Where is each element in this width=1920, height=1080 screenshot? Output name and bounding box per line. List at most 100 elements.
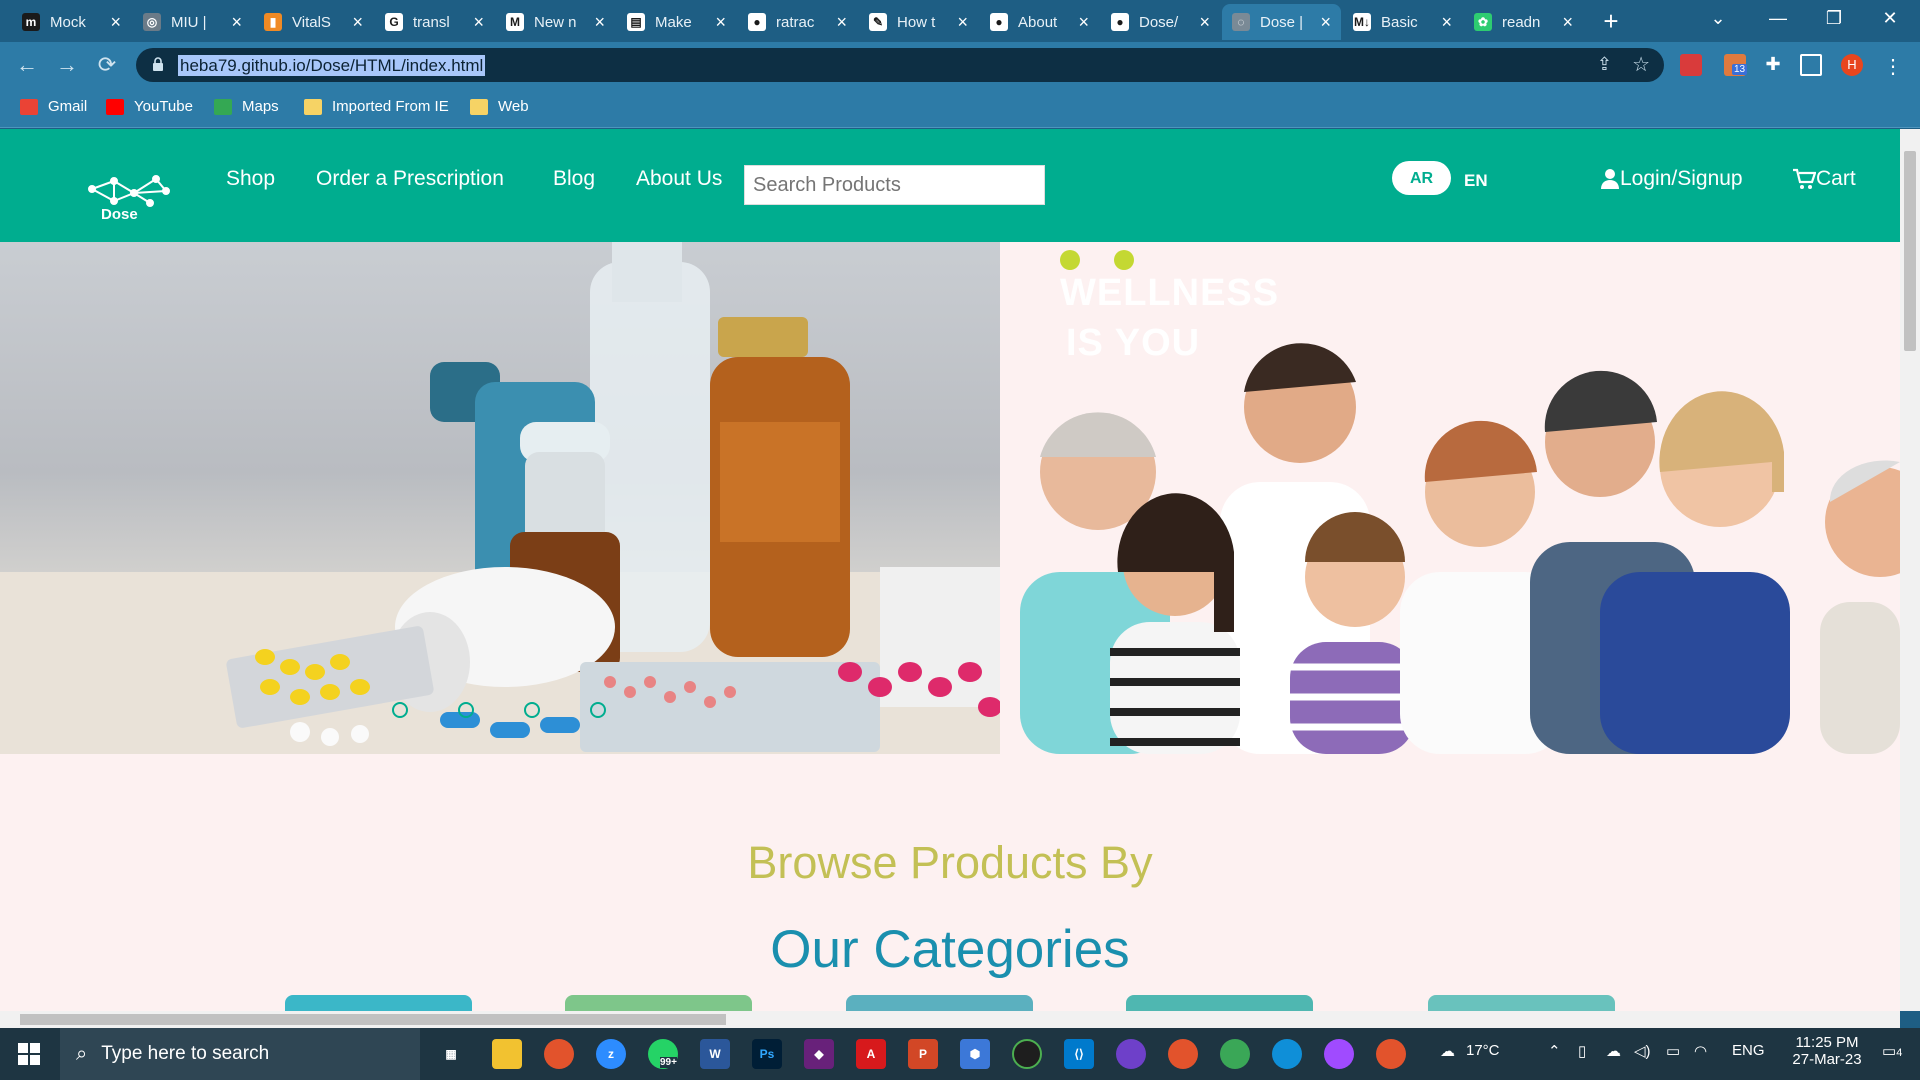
chrome-icon[interactable] bbox=[1220, 1039, 1250, 1069]
battery-icon[interactable]: ▭ bbox=[1666, 1042, 1680, 1060]
tab[interactable]: ▮ VitalS × bbox=[254, 4, 373, 40]
tab[interactable]: ◎ MIU | × bbox=[133, 4, 252, 40]
task-view-icon[interactable]: ▦ bbox=[436, 1039, 466, 1069]
tab-close-icon[interactable]: × bbox=[110, 12, 121, 33]
puzzle-extensions-icon[interactable]: ✚ bbox=[1762, 54, 1784, 76]
tab[interactable]: ● Dose/ × bbox=[1101, 4, 1220, 40]
restore-button[interactable]: ❐ bbox=[1806, 0, 1862, 36]
share-icon[interactable]: ⇪ bbox=[1597, 54, 1612, 75]
lang-ar-button[interactable]: AR bbox=[1392, 161, 1451, 195]
carousel-dot-2[interactable] bbox=[458, 702, 474, 718]
clock[interactable]: 11:25 PM 27-Mar-23 bbox=[1782, 1034, 1872, 1068]
taskbar-search[interactable]: ⌕ Type here to search bbox=[60, 1028, 420, 1080]
vertical-scrollbar[interactable] bbox=[1900, 129, 1920, 1011]
reload-icon[interactable]: ⟳ bbox=[94, 52, 120, 78]
menu-icon[interactable]: ⋮ bbox=[1882, 54, 1904, 78]
edge-icon[interactable] bbox=[1272, 1039, 1302, 1069]
language-indicator[interactable]: ENG bbox=[1732, 1042, 1765, 1059]
profile-avatar[interactable]: H bbox=[1841, 54, 1863, 76]
tray-chevron-icon[interactable]: ⌃ bbox=[1548, 1042, 1561, 1060]
scrollbar-thumb[interactable] bbox=[20, 1014, 726, 1025]
tab-close-icon[interactable]: × bbox=[352, 12, 363, 33]
tab[interactable]: ● About × bbox=[980, 4, 1099, 40]
horizontal-scrollbar[interactable] bbox=[0, 1011, 1900, 1028]
bookmark-item[interactable]: YouTube bbox=[106, 98, 193, 115]
tab-close-icon[interactable]: × bbox=[1078, 12, 1089, 33]
extension-icon[interactable]: 13 bbox=[1724, 54, 1748, 76]
zoom-icon[interactable]: z bbox=[596, 1039, 626, 1069]
tab[interactable]: ◌ Dose | × bbox=[1222, 4, 1341, 40]
messenger-icon[interactable] bbox=[1324, 1039, 1354, 1069]
tab[interactable]: ▤ Make × bbox=[617, 4, 736, 40]
tab[interactable]: ✎ How t × bbox=[859, 4, 978, 40]
minimize-button[interactable]: — bbox=[1750, 0, 1806, 36]
github-desktop-icon[interactable] bbox=[1116, 1039, 1146, 1069]
side-panel-icon[interactable] bbox=[1800, 54, 1822, 76]
visual-studio-icon[interactable]: ◆ bbox=[804, 1039, 834, 1069]
chrome-icon[interactable] bbox=[544, 1039, 574, 1069]
cart-link[interactable]: Cart bbox=[1792, 167, 1856, 191]
close-window-button[interactable]: ✕ bbox=[1862, 0, 1918, 36]
tab[interactable]: m Mock × bbox=[12, 4, 131, 40]
category-card[interactable] bbox=[1126, 995, 1313, 1011]
tab-search-icon[interactable]: ⌄ bbox=[1690, 0, 1746, 36]
bookmark-item[interactable]: Web bbox=[470, 98, 529, 115]
nav-blog[interactable]: Blog bbox=[553, 167, 595, 191]
category-card[interactable] bbox=[846, 995, 1033, 1011]
bookmark-item[interactable]: Imported From IE bbox=[304, 98, 449, 115]
tab-close-icon[interactable]: × bbox=[957, 12, 968, 33]
tab-close-icon[interactable]: × bbox=[231, 12, 242, 33]
carousel-dot-4[interactable] bbox=[590, 702, 606, 718]
tab[interactable]: ● ratrac × bbox=[738, 4, 857, 40]
bookmark-star-icon[interactable]: ☆ bbox=[1632, 52, 1650, 77]
scrollbar-thumb[interactable] bbox=[1904, 151, 1916, 351]
tray-device-icon[interactable]: ▯ bbox=[1578, 1042, 1586, 1060]
login-signup-link[interactable]: Login/Signup bbox=[1600, 167, 1743, 191]
address-bar[interactable]: heba79.github.io/Dose/HTML/index.html ⇪ … bbox=[136, 48, 1664, 82]
tab[interactable]: M New n × bbox=[496, 4, 615, 40]
tab-close-icon[interactable]: × bbox=[1562, 12, 1573, 33]
app-icon[interactable]: ⬢ bbox=[960, 1039, 990, 1069]
tab[interactable]: Gtransl × bbox=[375, 4, 494, 40]
word-icon[interactable]: W bbox=[700, 1039, 730, 1069]
tab-close-icon[interactable]: × bbox=[836, 12, 847, 33]
weather-text[interactable]: 17°C bbox=[1466, 1042, 1500, 1059]
category-card[interactable] bbox=[1428, 995, 1615, 1011]
tab-close-icon[interactable]: × bbox=[1320, 12, 1331, 33]
tab[interactable]: ✿ readn × bbox=[1464, 4, 1583, 40]
powerpoint-icon[interactable]: P bbox=[908, 1039, 938, 1069]
category-card[interactable] bbox=[565, 995, 752, 1011]
tab-close-icon[interactable]: × bbox=[1199, 12, 1210, 33]
search-input[interactable] bbox=[744, 165, 1045, 205]
file-explorer-icon[interactable] bbox=[492, 1039, 522, 1069]
back-icon[interactable]: ← bbox=[14, 52, 40, 78]
tab-close-icon[interactable]: × bbox=[1441, 12, 1452, 33]
carousel-dot-1[interactable] bbox=[392, 702, 408, 718]
tab[interactable]: M↓ Basic × bbox=[1343, 4, 1462, 40]
todoist-extension-icon[interactable] bbox=[1680, 54, 1702, 76]
notifications-icon[interactable]: ▭4 bbox=[1882, 1042, 1902, 1060]
nav-about-us[interactable]: About Us bbox=[636, 167, 722, 191]
bookmark-item[interactable]: Maps bbox=[214, 98, 279, 115]
onedrive-icon[interactable]: ☁ bbox=[1606, 1042, 1621, 1060]
new-tab-button[interactable]: + bbox=[1596, 8, 1626, 35]
bookmark-item[interactable]: Gmail bbox=[20, 98, 87, 115]
whatsapp-icon[interactable]: 99+ bbox=[648, 1039, 678, 1069]
carousel-dot-3[interactable] bbox=[524, 702, 540, 718]
chrome-profile-icon[interactable] bbox=[1168, 1039, 1198, 1069]
nav-shop[interactable]: Shop bbox=[226, 167, 275, 191]
weather-icon[interactable]: ☁ bbox=[1440, 1042, 1455, 1060]
chrome-icon[interactable] bbox=[1376, 1039, 1406, 1069]
volume-icon[interactable]: ◁) bbox=[1634, 1042, 1651, 1060]
nav-order-prescription[interactable]: Order a Prescription bbox=[316, 167, 504, 191]
app-icon[interactable] bbox=[1012, 1039, 1042, 1069]
tab-close-icon[interactable]: × bbox=[715, 12, 726, 33]
category-card[interactable] bbox=[285, 995, 472, 1011]
vscode-icon[interactable]: ⟨⟩ bbox=[1064, 1039, 1094, 1069]
acrobat-icon[interactable]: A bbox=[856, 1039, 886, 1069]
url-text[interactable]: heba79.github.io/Dose/HTML/index.html bbox=[178, 55, 486, 76]
windows-start-icon[interactable] bbox=[18, 1043, 40, 1065]
photoshop-icon[interactable]: Ps bbox=[752, 1039, 782, 1069]
forward-icon[interactable]: → bbox=[54, 52, 80, 78]
tab-close-icon[interactable]: × bbox=[473, 12, 484, 33]
